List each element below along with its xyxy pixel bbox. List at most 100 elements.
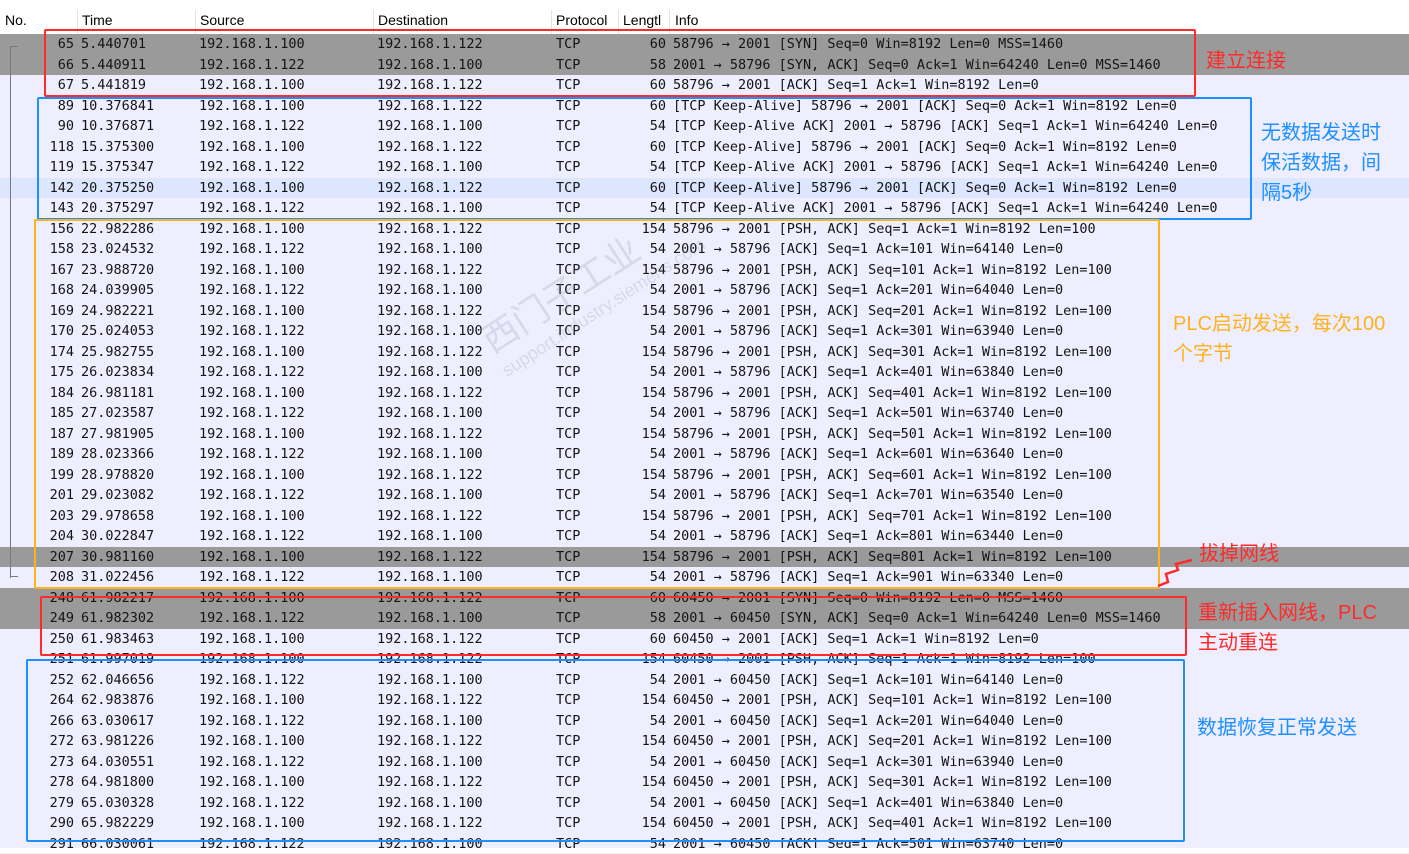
- packet-row[interactable]: 27364.030551192.168.1.122192.168.1.100TC…: [0, 752, 1409, 773]
- packet-no: 273: [6, 752, 74, 773]
- packet-destination: 192.168.1.100: [377, 793, 549, 814]
- packet-row[interactable]: 20129.023082192.168.1.122192.168.1.100TC…: [0, 485, 1409, 506]
- column-divider[interactable]: [551, 10, 552, 34]
- packet-protocol: TCP: [556, 444, 616, 465]
- packet-protocol: TCP: [556, 362, 616, 383]
- packet-row[interactable]: 675.441819192.168.1.100192.168.1.122TCP6…: [0, 75, 1409, 96]
- packet-row[interactable]: 11815.375300192.168.1.100192.168.1.122TC…: [0, 137, 1409, 158]
- packet-source: 192.168.1.100: [199, 629, 371, 650]
- packet-row[interactable]: 18727.981905192.168.1.100192.168.1.122TC…: [0, 424, 1409, 445]
- packet-time: 62.046656: [81, 670, 193, 691]
- packet-no: 175: [6, 362, 74, 383]
- packet-source: 192.168.1.100: [199, 342, 371, 363]
- column-header-no[interactable]: No.: [5, 12, 75, 28]
- packet-protocol: TCP: [556, 629, 616, 650]
- packet-row[interactable]: 20730.981160192.168.1.100192.168.1.122TC…: [0, 547, 1409, 568]
- packet-row[interactable]: 8910.376841192.168.1.100192.168.1.122TCP…: [0, 96, 1409, 117]
- packet-row[interactable]: 15823.024532192.168.1.122192.168.1.100TC…: [0, 239, 1409, 260]
- packet-no: 264: [6, 690, 74, 711]
- packet-length: 54: [618, 670, 666, 691]
- packet-protocol: TCP: [556, 219, 616, 240]
- packet-row[interactable]: 18527.023587192.168.1.122192.168.1.100TC…: [0, 403, 1409, 424]
- packet-time: 62.983876: [81, 690, 193, 711]
- packet-length: 154: [618, 690, 666, 711]
- packet-info: 60450 → 2001 [PSH, ACK] Seq=101 Ack=1 Wi…: [673, 690, 1403, 711]
- packet-time: 20.375297: [81, 198, 193, 219]
- column-header-info[interactable]: Info: [675, 12, 1375, 28]
- packet-protocol: TCP: [556, 75, 616, 96]
- packet-row[interactable]: 20329.978658192.168.1.100192.168.1.122TC…: [0, 506, 1409, 527]
- packet-row[interactable]: 20430.022847192.168.1.122192.168.1.100TC…: [0, 526, 1409, 547]
- packet-row[interactable]: 14220.375250192.168.1.100192.168.1.122TC…: [0, 178, 1409, 199]
- packet-row[interactable]: 29065.982229192.168.1.100192.168.1.122TC…: [0, 813, 1409, 834]
- packet-protocol: TCP: [556, 567, 616, 588]
- packet-no: 208: [6, 567, 74, 588]
- packet-destination: 192.168.1.122: [377, 772, 549, 793]
- packet-time: 20.375250: [81, 178, 193, 199]
- packet-row[interactable]: 16824.039905192.168.1.122192.168.1.100TC…: [0, 280, 1409, 301]
- packet-destination: 192.168.1.100: [377, 55, 549, 76]
- packet-row[interactable]: 15622.982286192.168.1.100192.168.1.122TC…: [0, 219, 1409, 240]
- packet-time: 61.983463: [81, 629, 193, 650]
- packet-no: 66: [6, 55, 74, 76]
- packet-source: 192.168.1.122: [199, 793, 371, 814]
- packet-protocol: TCP: [556, 198, 616, 219]
- column-header-protocol[interactable]: Protocol: [556, 12, 616, 28]
- packet-source: 192.168.1.122: [199, 670, 371, 691]
- packet-no: 203: [6, 506, 74, 527]
- column-divider[interactable]: [373, 10, 374, 34]
- packet-time: 31.022456: [81, 567, 193, 588]
- packet-no: 67: [6, 75, 74, 96]
- column-header-time[interactable]: Time: [82, 12, 192, 28]
- column-divider[interactable]: [77, 10, 78, 34]
- packet-row[interactable]: 9010.376871192.168.1.122192.168.1.100TCP…: [0, 116, 1409, 137]
- packet-time: 28.978820: [81, 465, 193, 486]
- packet-row[interactable]: 27965.030328192.168.1.122192.168.1.100TC…: [0, 793, 1409, 814]
- packet-protocol: TCP: [556, 301, 616, 322]
- packet-time: 29.023082: [81, 485, 193, 506]
- packet-source: 192.168.1.122: [199, 526, 371, 547]
- packet-destination: 192.168.1.122: [377, 219, 549, 240]
- column-divider[interactable]: [618, 10, 619, 34]
- packet-time: 63.981226: [81, 731, 193, 752]
- packet-no: 248: [6, 588, 74, 609]
- packet-row[interactable]: 20831.022456192.168.1.122192.168.1.100TC…: [0, 567, 1409, 588]
- packet-length: 154: [618, 219, 666, 240]
- packet-row[interactable]: 16723.988720192.168.1.100192.168.1.122TC…: [0, 260, 1409, 281]
- packet-source: 192.168.1.100: [199, 96, 371, 117]
- packet-source: 192.168.1.122: [199, 198, 371, 219]
- packet-row[interactable]: 14320.375297192.168.1.122192.168.1.100TC…: [0, 198, 1409, 219]
- packet-protocol: TCP: [556, 793, 616, 814]
- annotation-connect: 建立连接: [1206, 46, 1286, 76]
- packet-row[interactable]: 27864.981800192.168.1.100192.168.1.122TC…: [0, 772, 1409, 793]
- packet-protocol: TCP: [556, 96, 616, 117]
- packet-destination: 192.168.1.122: [377, 506, 549, 527]
- column-header-source[interactable]: Source: [200, 12, 370, 28]
- packet-length: 154: [618, 547, 666, 568]
- packet-row[interactable]: 18928.023366192.168.1.122192.168.1.100TC…: [0, 444, 1409, 465]
- packet-source: 192.168.1.100: [199, 34, 371, 55]
- packet-length: 54: [618, 116, 666, 137]
- packet-info: 58796 → 2001 [ACK] Seq=1 Ack=1 Win=8192 …: [673, 75, 1403, 96]
- column-header-length[interactable]: Lengtl: [623, 12, 668, 28]
- packet-row[interactable]: 25262.046656192.168.1.122192.168.1.100TC…: [0, 670, 1409, 691]
- packet-source: 192.168.1.122: [199, 567, 371, 588]
- packet-info: [TCP Keep-Alive] 58796 → 2001 [ACK] Seq=…: [673, 96, 1403, 117]
- packet-time: 10.376871: [81, 116, 193, 137]
- conversation-tree-line: [10, 46, 11, 578]
- packet-row[interactable]: 11915.375347192.168.1.122192.168.1.100TC…: [0, 157, 1409, 178]
- column-divider[interactable]: [195, 10, 196, 34]
- column-divider[interactable]: [669, 10, 670, 34]
- packet-time: 61.997019: [81, 649, 193, 670]
- column-header-destination[interactable]: Destination: [378, 12, 550, 28]
- packet-destination: 192.168.1.122: [377, 547, 549, 568]
- packet-row[interactable]: 665.440911192.168.1.122192.168.1.100TCP5…: [0, 55, 1409, 76]
- packet-destination: 192.168.1.100: [377, 752, 549, 773]
- packet-row[interactable]: 655.440701192.168.1.100192.168.1.122TCP6…: [0, 34, 1409, 55]
- packet-length: 54: [618, 157, 666, 178]
- packet-length: 60: [618, 178, 666, 199]
- packet-row[interactable]: 26462.983876192.168.1.100192.168.1.122TC…: [0, 690, 1409, 711]
- packet-row[interactable]: 18426.981181192.168.1.100192.168.1.122TC…: [0, 383, 1409, 404]
- packet-row[interactable]: 19928.978820192.168.1.100192.168.1.122TC…: [0, 465, 1409, 486]
- packet-time: 63.030617: [81, 711, 193, 732]
